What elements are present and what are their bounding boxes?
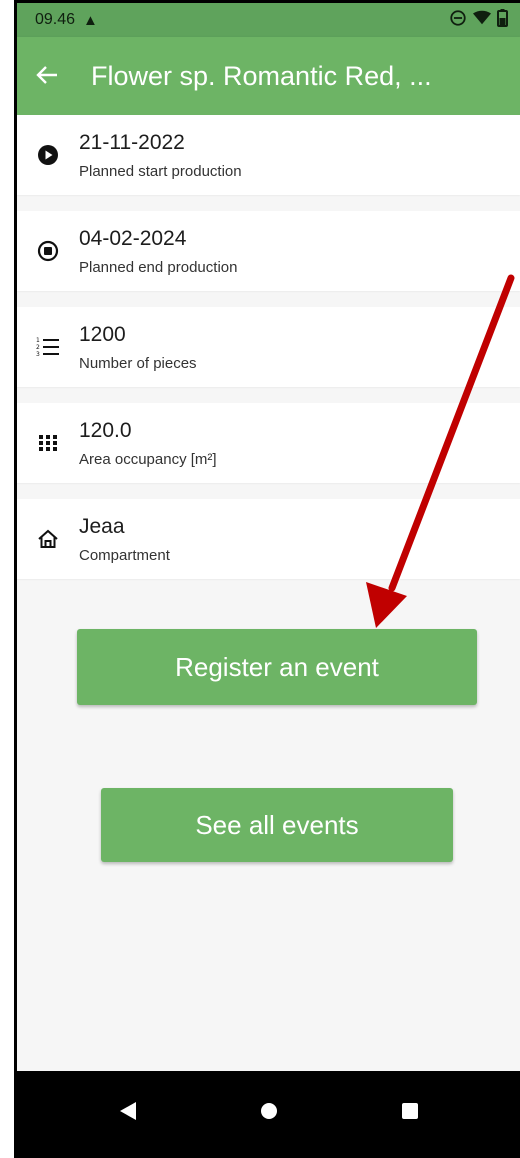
grid-icon: [17, 434, 79, 452]
detail-area: 120.0 Area occupancy [m²]: [17, 403, 520, 483]
triangle-back-icon: [119, 1101, 137, 1126]
detail-value: 120.0: [79, 418, 132, 442]
nav-home-button[interactable]: [249, 1093, 289, 1133]
status-bar: 09.46 ▲: [17, 3, 520, 37]
square-recents-icon: [401, 1102, 419, 1125]
nav-back-button[interactable]: [108, 1093, 148, 1133]
svg-text:1: 1: [36, 337, 40, 344]
svg-text:2: 2: [36, 344, 40, 351]
detail-pieces: 1 2 3 1200 Number of pieces: [17, 307, 520, 387]
detail-end-date: 04-02-2024 Planned end production: [17, 211, 520, 291]
detail-value: Jeaa: [79, 514, 125, 538]
detail-label: Area occupancy [m²]: [79, 450, 217, 468]
register-event-button[interactable]: Register an event: [77, 629, 477, 705]
detail-label: Number of pieces: [79, 354, 197, 372]
back-button[interactable]: [17, 61, 77, 92]
phone-frame: 09.46 ▲ Flower sp. Romantic Red, ... 21-…: [14, 0, 520, 1158]
page-title: Flower sp. Romantic Red, ...: [91, 60, 432, 91]
detail-start-date: 21-11-2022 Planned start production: [17, 115, 520, 195]
detail-compartment: Jeaa Compartment: [17, 499, 520, 579]
detail-value: 04-02-2024: [79, 226, 187, 250]
do-not-disturb-icon: [449, 9, 467, 32]
play-circle-icon: [17, 144, 79, 166]
system-nav-bar: [17, 1071, 520, 1155]
detail-value: 1200: [79, 322, 126, 346]
numbered-list-icon: 1 2 3: [17, 336, 79, 358]
stop-circle-icon: [17, 240, 79, 262]
detail-label: Planned start production: [79, 162, 242, 180]
detail-label: Compartment: [79, 546, 170, 564]
detail-label: Planned end production: [79, 258, 238, 276]
details-list: 21-11-2022 Planned start production 04-0…: [17, 115, 520, 595]
alert-icon: ▲: [83, 11, 98, 29]
nav-recents-button[interactable]: [390, 1093, 430, 1133]
svg-text:3: 3: [36, 351, 40, 358]
status-time: 09.46: [35, 11, 76, 28]
detail-value: 21-11-2022: [79, 130, 185, 154]
back-arrow-icon: [36, 61, 58, 92]
home-icon: [17, 529, 79, 549]
circle-home-icon: [260, 1102, 278, 1125]
wifi-icon: [473, 10, 491, 31]
battery-icon: [497, 8, 508, 32]
see-all-events-button[interactable]: See all events: [101, 788, 453, 862]
app-bar: Flower sp. Romantic Red, ...: [17, 37, 520, 115]
